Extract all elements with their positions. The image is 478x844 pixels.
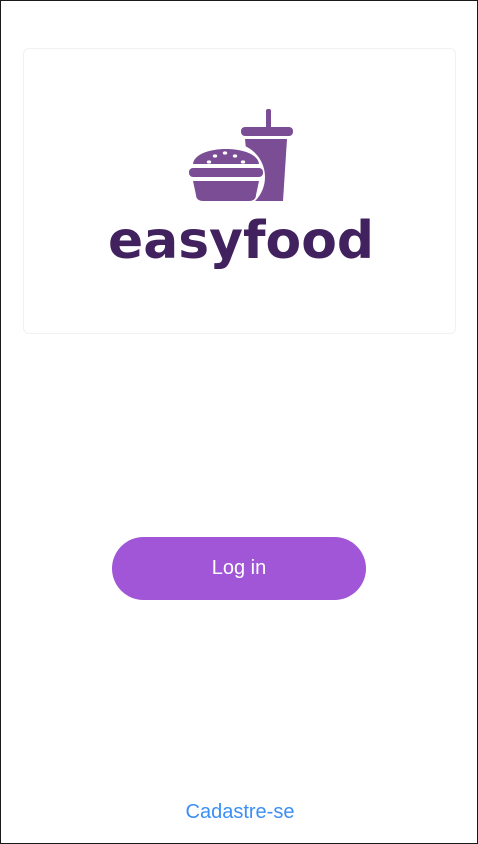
- wordmark-text: easyfood: [108, 211, 374, 271]
- login-button-label: Log in: [211, 557, 267, 579]
- login-button[interactable]: Log in: [112, 537, 366, 600]
- easyfood-wordmark: easyfood: [108, 211, 374, 271]
- signup-link-label: Cadastre-se: [185, 801, 295, 823]
- app-screen: easyfood Log in Cadastre-se: [0, 0, 478, 844]
- signup-link[interactable]: Cadastre-se: [1, 801, 477, 824]
- burger-and-drink-icon: [189, 109, 293, 205]
